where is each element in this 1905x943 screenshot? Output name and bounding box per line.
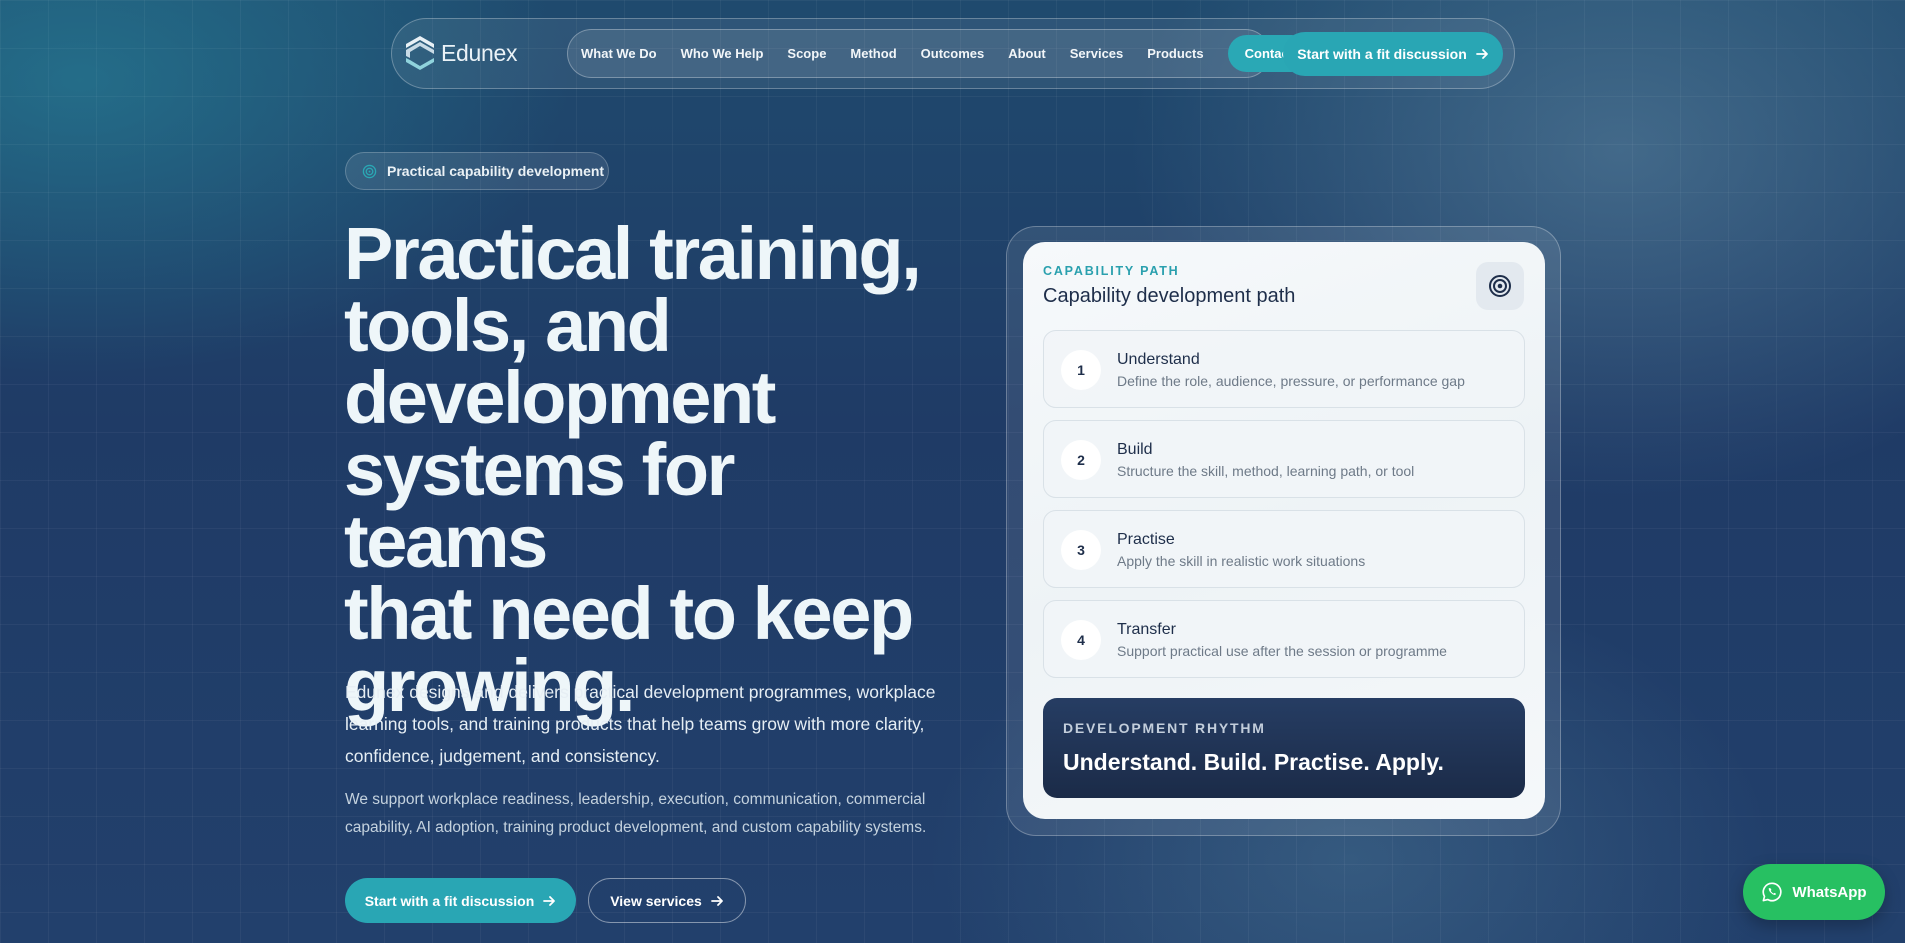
hero-lead: Edunex designs and delivers practical de… [345, 682, 936, 766]
top-navbar: Edunex What We Do Who We Help Scope Meth… [391, 18, 1515, 89]
nav-link-what-we-do[interactable]: What We Do [581, 46, 657, 61]
logo-icon [406, 36, 434, 70]
card-target-badge [1476, 262, 1524, 310]
hero-title-line: tools, and [344, 284, 672, 367]
hero-primary-label: Start with a fit discussion [364, 892, 535, 909]
step-title: Build [1117, 441, 1153, 458]
arrow-right-icon [710, 895, 723, 906]
nav-cta-label: Start with a fit discussion [1297, 46, 1467, 62]
hero-title-line: Practical training, [344, 212, 922, 295]
arrow-right-icon [1475, 49, 1488, 59]
nav-fit-discussion-button[interactable]: Start with a fit discussion [1283, 32, 1503, 76]
arrow-right-icon [543, 895, 556, 906]
capability-card: CAPABILITY PATH Capability development p… [1023, 242, 1545, 819]
path-step: 3 Practise Apply the skill in realistic … [1043, 510, 1525, 588]
hero-title-line: systems for teams [344, 428, 735, 583]
hero-title-line: that need to keep [344, 572, 914, 655]
hero-title-line: development [344, 356, 776, 439]
step-title: Practise [1117, 531, 1175, 548]
step-number: 4 [1061, 620, 1101, 660]
step-number: 2 [1061, 440, 1101, 480]
view-services-button[interactable]: View services [588, 878, 746, 923]
brand-name: Edunex [441, 39, 518, 66]
step-title: Understand [1117, 351, 1200, 368]
rhythm-text: Understand. Build. Practise. Apply. [1063, 749, 1444, 775]
whatsapp-icon [1762, 882, 1783, 902]
nav-link-who-we-help[interactable]: Who We Help [681, 46, 764, 61]
development-rhythm-panel: DEVELOPMENT RHYTHM Understand. Build. Pr… [1043, 698, 1525, 798]
hero-fit-discussion-button[interactable]: Start with a fit discussion [345, 878, 576, 923]
step-description: Support practical use after the session … [1117, 643, 1447, 659]
path-step: 2 Build Structure the skill, method, lea… [1043, 420, 1525, 498]
hero-badge: Practical capability development [345, 152, 609, 190]
nav-link-services[interactable]: Services [1070, 46, 1124, 61]
path-step: 4 Transfer Support practical use after t… [1043, 600, 1525, 678]
step-description: Apply the skill in realistic work situat… [1117, 553, 1366, 569]
card-eyebrow: CAPABILITY PATH [1043, 264, 1180, 278]
hero-badge-label: Practical capability development [387, 163, 605, 179]
hero-title: Practical training, tools, and developme… [344, 212, 944, 723]
whatsapp-label: WhatsApp [1792, 883, 1867, 901]
step-number: 1 [1061, 350, 1101, 390]
step-number: 3 [1061, 530, 1101, 570]
step-description: Structure the skill, method, learning pa… [1117, 463, 1415, 479]
nav-link-products[interactable]: Products [1147, 46, 1203, 61]
rhythm-eyebrow: DEVELOPMENT RHYTHM [1063, 720, 1266, 736]
nav-link-method[interactable]: Method [850, 46, 896, 61]
step-title: Transfer [1117, 621, 1176, 638]
card-title: Capability development path [1043, 285, 1296, 307]
path-step: 1 Understand Define the role, audience, … [1043, 330, 1525, 408]
hero-secondary-label: View services [610, 892, 702, 909]
step-description: Define the role, audience, pressure, or … [1117, 373, 1465, 389]
brand-logo[interactable]: Edunex [405, 35, 518, 71]
nav-link-outcomes[interactable]: Outcomes [921, 46, 985, 61]
target-icon [1489, 275, 1511, 297]
hero-subtext: We support workplace readiness, leadersh… [345, 791, 927, 836]
target-icon [362, 164, 377, 178]
nav-link-about[interactable]: About [1008, 46, 1046, 61]
nav-links: What We Do Who We Help Scope Method Outc… [567, 29, 1310, 78]
whatsapp-button[interactable]: WhatsApp [1743, 864, 1885, 920]
nav-link-scope[interactable]: Scope [787, 46, 826, 61]
